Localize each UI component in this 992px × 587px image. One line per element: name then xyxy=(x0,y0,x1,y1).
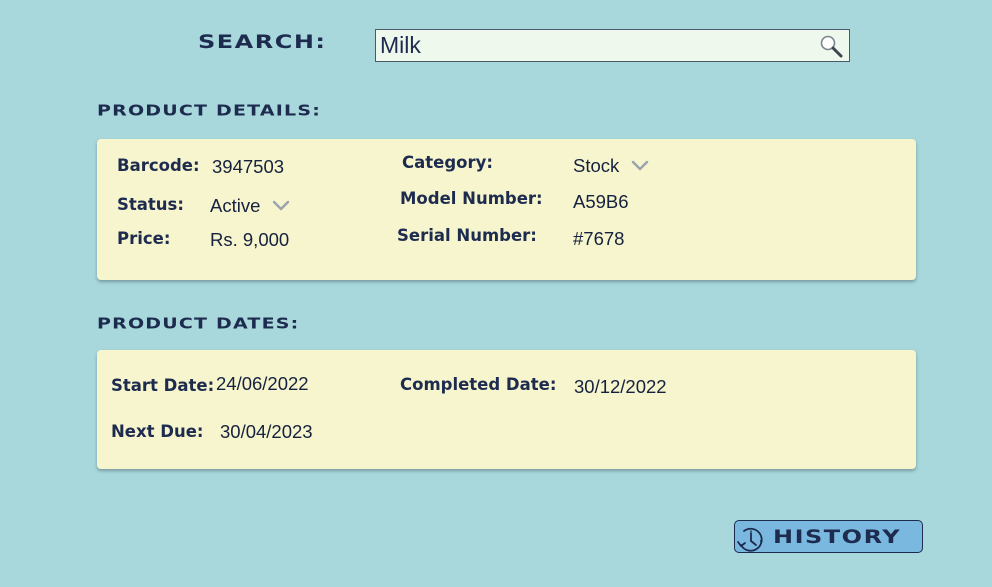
barcode-value: 3947503 xyxy=(212,156,285,177)
category-label: Category: xyxy=(402,153,493,172)
chevron-down-icon xyxy=(632,160,649,171)
model-number-value: A59B6 xyxy=(573,191,629,212)
serial-number-value: #7678 xyxy=(573,228,625,249)
model-number-label: Model Number: xyxy=(400,189,543,208)
chevron-down-icon xyxy=(273,200,290,211)
status-dropdown[interactable]: Active xyxy=(210,195,290,217)
completed-date-value: 30/12/2022 xyxy=(574,376,667,397)
completed-date-label: Completed Date: xyxy=(400,375,557,394)
product-dates-card: Start Date: 24/06/2022 Completed Date: 3… xyxy=(97,350,916,469)
search-box[interactable] xyxy=(375,29,850,62)
history-button-label: HISTORY xyxy=(773,526,902,548)
product-dates-title: PRODUCT DATES: xyxy=(97,315,300,333)
search-icon[interactable] xyxy=(819,34,843,58)
search-label: SEARCH: xyxy=(198,31,327,53)
price-label: Price: xyxy=(117,229,171,248)
serial-number-label: Serial Number: xyxy=(397,226,537,245)
status-label: Status: xyxy=(117,195,184,214)
next-due-value: 30/04/2023 xyxy=(220,421,313,442)
start-date-value: 24/06/2022 xyxy=(216,373,309,394)
product-details-title: PRODUCT DETAILS: xyxy=(97,102,322,120)
product-details-card: Barcode: 3947503 Status: Active Price: R… xyxy=(97,139,916,280)
history-button[interactable]: HISTORY xyxy=(734,520,923,553)
start-date-label: Start Date: xyxy=(111,376,215,395)
status-value: Active xyxy=(210,195,261,216)
category-value: Stock xyxy=(573,155,620,176)
barcode-label: Barcode: xyxy=(117,156,200,175)
clock-history-icon xyxy=(737,527,763,552)
category-dropdown[interactable]: Stock xyxy=(573,155,649,177)
price-value: Rs. 9,000 xyxy=(210,229,290,250)
search-input[interactable] xyxy=(380,30,810,61)
next-due-label: Next Due: xyxy=(111,422,204,441)
